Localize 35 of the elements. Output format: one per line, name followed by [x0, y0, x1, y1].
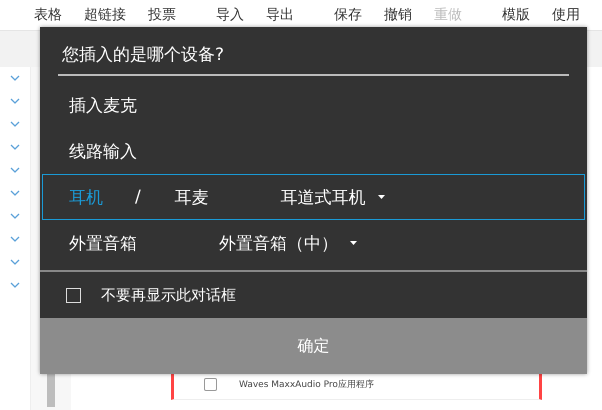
toolbar-button[interactable]: 模版	[502, 6, 530, 24]
toolbar-button[interactable]: 表格	[34, 6, 62, 24]
device-choice[interactable]: 耳机	[69, 186, 103, 208]
chevron-down-icon[interactable]	[10, 282, 20, 288]
chevron-down-icon[interactable]	[10, 213, 20, 219]
toolbar-button[interactable]: 使用	[552, 6, 580, 24]
toolbar-button[interactable]: 撤销	[384, 6, 412, 24]
chevron-down-icon[interactable]	[10, 144, 20, 150]
device-option[interactable]: 耳机 / 耳麦 耳道式耳机	[42, 174, 585, 220]
toolbar-button[interactable]: 保存	[334, 6, 362, 24]
caret-down-icon	[378, 195, 385, 199]
type-dropdown[interactable]: 耳道式耳机	[280, 186, 385, 208]
chevron-down-icon[interactable]	[10, 121, 20, 127]
caret-down-icon	[350, 241, 357, 245]
chevron-down-icon[interactable]	[10, 190, 20, 196]
row-name: Waves MaxxAudio Pro应用程序	[239, 378, 374, 390]
chevron-down-icon[interactable]	[10, 259, 20, 265]
device-option[interactable]: 线路输入	[42, 128, 585, 174]
chevron-down-icon[interactable]	[10, 236, 20, 242]
toolbar-button[interactable]: 导入	[216, 6, 244, 24]
checkbox-label: 不要再显示此对话框	[101, 286, 236, 304]
chevron-down-icon[interactable]	[10, 75, 20, 81]
checkbox[interactable]	[66, 288, 81, 302]
type-dropdown[interactable]: 外置音箱（中）	[219, 232, 357, 254]
chevron-down-icon[interactable]	[10, 167, 20, 173]
row-checkbox[interactable]	[204, 378, 217, 390]
device-option[interactable]: 插入麦克	[42, 82, 585, 128]
device-option[interactable]: 外置音箱 外置音箱（中）	[42, 220, 585, 266]
chevron-down-icon[interactable]	[10, 98, 20, 104]
dialog-title: 您插入的是哪个设备?	[58, 27, 569, 76]
separator-slash: /	[135, 187, 141, 207]
toolbar-button[interactable]: 超链接	[84, 6, 126, 24]
toolbar-button[interactable]: 导出	[266, 6, 294, 24]
device-choice[interactable]: 耳麦	[174, 186, 209, 208]
toolbar-button[interactable]: 投票	[148, 6, 176, 24]
